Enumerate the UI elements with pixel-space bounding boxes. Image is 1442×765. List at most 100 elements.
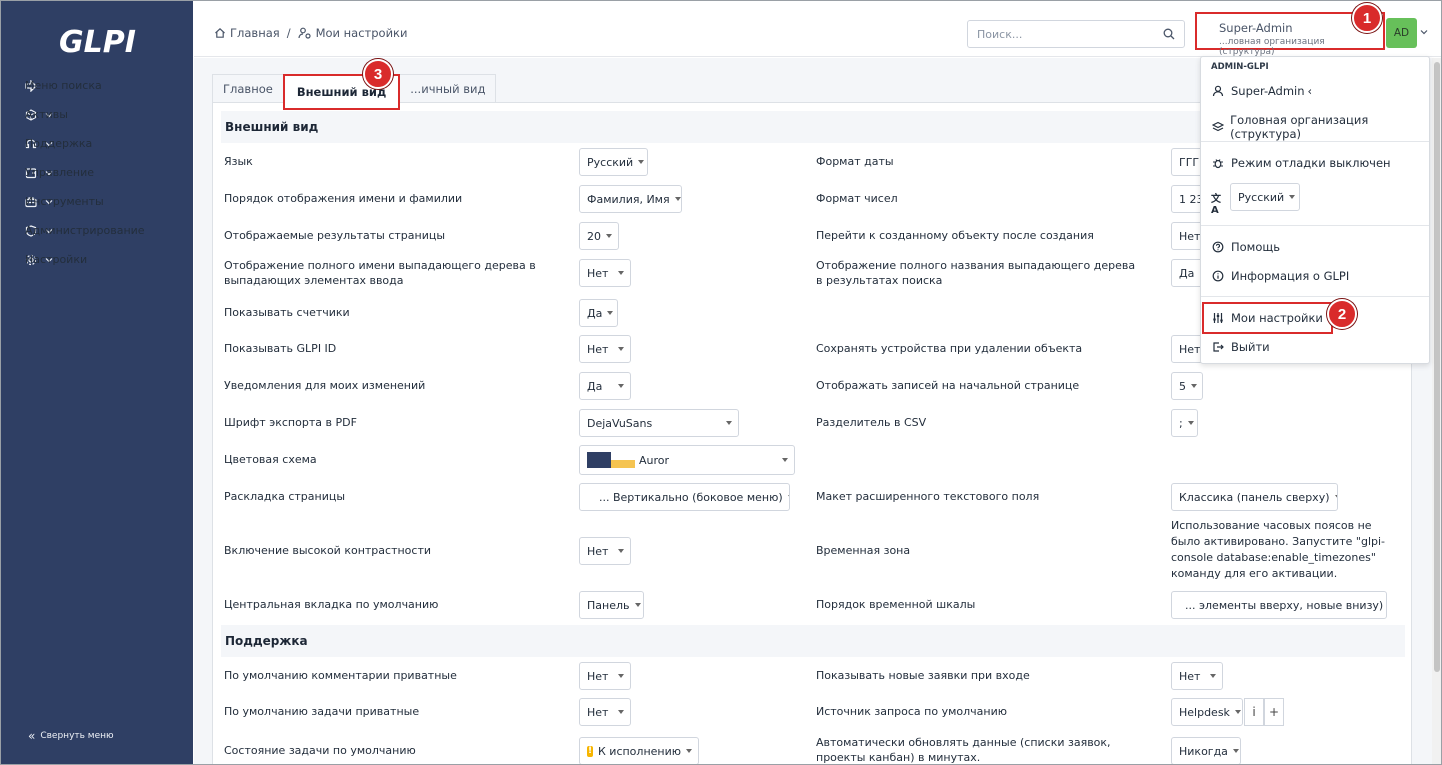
sidebar-item-management[interactable]: Управление: [1, 158, 193, 187]
color-scheme-select[interactable]: Auror: [579, 445, 795, 475]
show-new-tickets-select[interactable]: Нет: [1171, 662, 1223, 690]
warning-icon: !: [587, 745, 593, 757]
timezone-note: Использование часовых поясов не было акт…: [1171, 519, 1386, 580]
default-task-state-select[interactable]: ! К исполнению: [579, 737, 699, 764]
user-name: Super-Admin: [1219, 21, 1293, 35]
page-layout-select[interactable]: ... Вертикально (боковое меню): [579, 483, 790, 511]
private-comments-select[interactable]: Нет: [579, 662, 631, 690]
dropdown-about-label: Информация о GLPI: [1231, 269, 1350, 283]
home-icon[interactable]: [214, 27, 226, 39]
show-glpi-id-select[interactable]: Нет: [579, 335, 631, 363]
dropdown-logout-label: Выйти: [1231, 340, 1270, 354]
field-label: Отображаемые результаты страницы: [224, 229, 446, 242]
timeline-order-select[interactable]: ... элементы вверху, новые внизу): [1171, 591, 1387, 619]
sidebar-item-search-menu[interactable]: Меню поиска: [1, 71, 193, 100]
field-label: Цветовая схема: [224, 453, 317, 466]
language-select[interactable]: Русский: [579, 148, 648, 176]
user-icon: [1211, 85, 1225, 97]
csv-delimiter-select[interactable]: ;: [1171, 409, 1198, 437]
glpi-logo[interactable]: GLPI: [57, 23, 141, 59]
high-contrast-select[interactable]: Нет: [579, 537, 631, 565]
results-per-page-select[interactable]: 20: [579, 222, 619, 250]
user-dropdown-menu: ADMIN-GLPI Super-Admin ‹ Головная органи…: [1200, 56, 1430, 364]
sidebar-item-label: Инструменты: [25, 195, 104, 208]
name-order-select[interactable]: Фамилия, Имя: [579, 185, 682, 213]
field-label: Макет расширенного текстового поля: [816, 490, 1040, 503]
private-tasks-select[interactable]: Нет: [579, 698, 631, 726]
sidebar-item-label: Управление: [25, 166, 95, 179]
field-label: Сохранять устройства при удалении объект…: [816, 342, 1083, 355]
page-scrollbar-thumb[interactable]: [1434, 62, 1440, 672]
breadcrumb-current[interactable]: Мои настройки: [316, 26, 408, 40]
default-central-tab-select[interactable]: Панель: [579, 591, 644, 619]
dropdown-entity-label: Головная организация (структура): [1230, 113, 1369, 141]
dropdown-debug-item[interactable]: Режим отладки выключен: [1211, 156, 1391, 170]
dropdown-help-item[interactable]: Помощь: [1211, 240, 1280, 254]
tab-personal-view[interactable]: ...ичный вид: [399, 74, 497, 102]
request-source-add-button[interactable]: +: [1264, 698, 1284, 726]
default-request-source-select[interactable]: Helpdesk: [1171, 698, 1243, 726]
field-label: Автоматически обновлять данные (списки з…: [816, 736, 1111, 764]
sidebar-item-label: Активы: [25, 108, 68, 121]
field-label: По умолчанию задачи приватные: [224, 705, 420, 718]
breadcrumb-home[interactable]: Главная: [230, 26, 280, 40]
field-label: Показывать GLPI ID: [224, 342, 337, 355]
sidebar-item-settings[interactable]: Настройки: [1, 245, 193, 274]
dropdown-debug-label: Режим отладки выключен: [1231, 156, 1391, 170]
double-chevron-left-icon: «: [28, 729, 36, 743]
home-records-select[interactable]: 5: [1171, 372, 1203, 400]
field-label: Раскладка страницы: [224, 490, 346, 503]
field-label: Показывать новые заявки при входе: [816, 669, 1030, 682]
sidebar-item-label: Поддержка: [25, 137, 93, 150]
request-source-info-button[interactable]: i: [1244, 698, 1264, 726]
field-label: Источник запроса по умолчанию: [816, 705, 1008, 718]
sidebar-item-assets[interactable]: Активы: [1, 100, 193, 129]
field-label: Уведомления для моих изменений: [224, 379, 426, 392]
color-scheme-swatch: [587, 452, 635, 468]
dropdown-my-settings-label: Мои настройки: [1231, 311, 1323, 325]
layers-icon: [1211, 121, 1224, 133]
dropdown-profile-item[interactable]: Super-Admin ‹: [1211, 84, 1312, 98]
field-label: Центральная вкладка по умолчанию: [224, 598, 439, 611]
dropdown-divider: [1201, 296, 1429, 297]
sidebar-item-administration[interactable]: Администрирование: [1, 216, 193, 245]
notifications-select[interactable]: Да: [579, 372, 631, 400]
dropdown-divider: [1201, 225, 1429, 226]
field-label: Порядок отображения имени и фамилии: [224, 192, 463, 205]
dropdown-my-settings-item[interactable]: Мои настройки: [1211, 311, 1323, 325]
field-label: Разделитель в CSV: [816, 416, 927, 429]
field-label: Формат чисел: [816, 192, 898, 205]
user-entity: ...ловная организация (структура): [1219, 37, 1325, 57]
field-label: Отображение полного названия выпадающего…: [816, 259, 1136, 287]
dropdown-language-select[interactable]: Русский: [1230, 183, 1300, 211]
dropdown-logout-item[interactable]: Выйти: [1211, 340, 1270, 354]
bug-icon: [1211, 157, 1225, 169]
tree-fullname-select[interactable]: Нет: [579, 259, 631, 287]
field-label: Шрифт экспорта в PDF: [224, 416, 357, 429]
collapse-menu-label: Свернуть меню: [40, 731, 114, 741]
sidebar-item-support[interactable]: Поддержка: [1, 129, 193, 158]
top-header: Главная / Мои настройки Super-Admin ...л…: [194, 1, 1441, 57]
sidebar-item-tools[interactable]: Инструменты: [1, 187, 193, 216]
dropdown-help-label: Помощь: [1231, 240, 1281, 254]
avatar[interactable]: AD: [1386, 18, 1417, 48]
dropdown-entity-item[interactable]: Головная организация (структура): [1211, 113, 1429, 141]
search-icon[interactable]: [1163, 28, 1175, 40]
pdf-font-select[interactable]: DejaVuSans: [579, 409, 739, 437]
chevron-down-icon[interactable]: [1420, 28, 1428, 36]
field-label: Отображение полного имени выпадающего де…: [224, 259, 536, 287]
field-label: Временная зона: [816, 544, 911, 557]
help-circle-icon: [1211, 241, 1225, 253]
svg-text:GLPI: GLPI: [59, 25, 136, 59]
field-label: Порядок временной шкалы: [816, 598, 976, 611]
auto-refresh-select[interactable]: Никогда: [1171, 737, 1241, 764]
richtext-layout-select[interactable]: Классика (панель сверху): [1171, 483, 1338, 511]
sidebar-item-label: Меню поиска: [25, 79, 102, 92]
dropdown-about-item[interactable]: Информация о GLPI: [1211, 269, 1349, 283]
tab-main[interactable]: Главное: [212, 74, 284, 102]
field-label: Отображать записей на начальной странице: [816, 379, 1080, 392]
search-input[interactable]: [977, 22, 1157, 46]
show-counters-select[interactable]: Да: [579, 299, 618, 327]
logout-icon: [1211, 341, 1225, 353]
collapse-menu-button[interactable]: « Свернуть меню: [28, 729, 114, 743]
